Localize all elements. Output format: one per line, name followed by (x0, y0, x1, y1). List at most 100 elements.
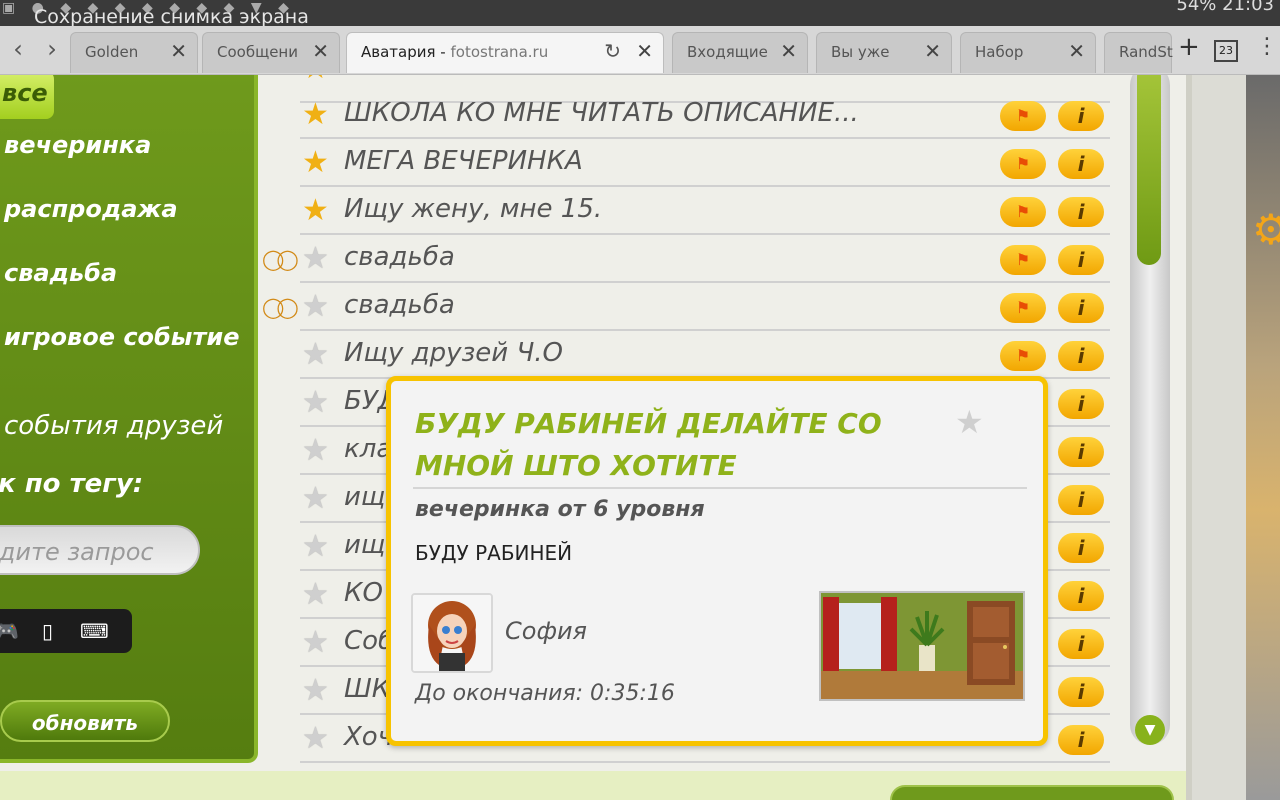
close-icon[interactable]: ✕ (924, 39, 941, 63)
star-icon[interactable]: ★ (302, 721, 329, 756)
star-icon[interactable]: ★ (302, 481, 329, 516)
info-icon[interactable]: i (1058, 677, 1104, 707)
info-icon[interactable]: i (1058, 197, 1104, 227)
event-title: ищ (344, 482, 386, 512)
info-icon[interactable]: i (1058, 341, 1104, 371)
category-sale[interactable]: распродажа (4, 195, 178, 223)
scrollbar-thumb[interactable] (1137, 75, 1161, 265)
category-all-button[interactable]: все (0, 75, 54, 119)
reload-icon[interactable]: ↻ (604, 39, 621, 63)
category-party[interactable]: вечеринка (4, 131, 151, 159)
tab-title-text: Аватария (361, 43, 436, 61)
tab-count[interactable]: 23 (1214, 40, 1238, 62)
wedding-rings-icon: ◯◯ (262, 295, 299, 319)
star-icon[interactable]: ★ (302, 193, 329, 228)
event-title: ШКОЛА КО МНЕ ЧИТАТЬ ОПИСАНИЕ... (344, 98, 859, 128)
star-icon[interactable]: ★ (302, 673, 329, 708)
tab-vy-uzhe[interactable]: Вы уже ✕ (816, 32, 952, 73)
flag-icon[interactable]: ⚑ (1000, 101, 1046, 131)
list-item[interactable]: ◯◯ ★ свадьба ⚑ i (262, 235, 1110, 283)
star-icon[interactable]: ★ (302, 289, 329, 324)
tab-golden[interactable]: Golden ✕ (70, 32, 198, 73)
event-detail-popup: БУДУ РАБИНЕЙ ДЕЛАЙТЕ СО МНОЙ ШТО ХОТИТЕ … (386, 376, 1048, 746)
keyboard-icon[interactable]: ⌨ (80, 619, 109, 643)
star-icon[interactable]: ★ (302, 529, 329, 564)
tab-nabor[interactable]: Набор ✕ (960, 32, 1096, 73)
tag-search-label: к по тегу: (0, 469, 144, 499)
friends-events-link[interactable]: события друзей (4, 411, 223, 441)
scroll-down-icon[interactable]: ▼ (1135, 715, 1165, 745)
list-item[interactable]: ★ ШКОЛА КО МНЕ ЧИТАТЬ ОПИСАНИЕ... ⚑ i (300, 91, 1110, 139)
info-icon[interactable]: i (1058, 581, 1104, 611)
close-icon[interactable]: ✕ (780, 39, 797, 63)
clock: 21:03 (1222, 0, 1274, 15)
info-icon[interactable]: i (1058, 725, 1104, 755)
list-item[interactable]: ◯◯ ★ свадьба ⚑ i (262, 283, 1110, 331)
close-icon[interactable]: ✕ (312, 39, 329, 63)
tab-randst[interactable]: RandSt (1104, 32, 1173, 73)
info-icon[interactable]: i (1058, 629, 1104, 659)
star-icon[interactable]: ★ (302, 241, 329, 276)
tag-search-input[interactable]: едите запрос (0, 525, 200, 575)
refresh-button[interactable]: обновить (0, 700, 170, 742)
new-tab-icon[interactable]: + (1178, 32, 1200, 62)
star-icon[interactable]: ★ (302, 577, 329, 612)
menu-icon[interactable]: ⋮ (1256, 34, 1278, 59)
host-name[interactable]: София (505, 617, 587, 645)
event-type: вечеринка от 6 уровня (415, 497, 705, 522)
forward-icon[interactable]: › (38, 34, 66, 64)
mouse-icon[interactable]: ▯ (42, 619, 53, 643)
popup-title: БУДУ РАБИНЕЙ ДЕЛАЙТЕ СО МНОЙ ШТО ХОТИТЕ (415, 407, 882, 482)
close-icon[interactable]: ✕ (636, 39, 653, 63)
event-title: КО (344, 578, 383, 608)
host-avatar[interactable] (411, 593, 493, 673)
category-panel: все вечеринка распродажа свадьба игровое… (0, 75, 258, 763)
flag-icon[interactable]: ⚑ (1000, 293, 1046, 323)
category-game-event[interactable]: игровое событие (4, 323, 240, 351)
info-icon[interactable]: i (1058, 293, 1104, 323)
category-wedding[interactable]: свадьба (4, 259, 117, 287)
list-item[interactable]: ★ Ищу жену, мне 15. ⚑ i (300, 187, 1110, 235)
info-icon[interactable]: i (1058, 149, 1104, 179)
list-item[interactable]: ★ Ищу друзей Ч.О ⚑ i (300, 331, 1110, 379)
flag-icon[interactable]: ⚑ (1000, 149, 1046, 179)
tab-avataria[interactable]: Аватария - fotostrana.ru ↻ ✕ (346, 32, 664, 73)
game-preview-strip (1246, 75, 1280, 800)
status-bar: ▣ ● ◆ ◆ ◆ ◆ ◆ ◆ ◆ ▼ ◆ Сохранение снимка … (0, 0, 1280, 26)
info-icon[interactable]: i (1058, 245, 1104, 275)
flag-icon[interactable]: ⚑ (1000, 197, 1046, 227)
tab-messages[interactable]: Сообщени ✕ (202, 32, 340, 73)
tab-title: Вы уже (831, 43, 890, 61)
close-icon[interactable]: ✕ (1068, 39, 1085, 63)
star-icon[interactable]: ★ (302, 433, 329, 468)
star-icon[interactable]: ★ (302, 385, 329, 420)
star-icon[interactable]: ★ (302, 145, 329, 180)
info-icon[interactable]: i (1058, 101, 1104, 131)
bottom-panel-button[interactable] (890, 785, 1174, 800)
room-preview-image[interactable] (819, 591, 1025, 701)
tab-inbox[interactable]: Входящие ✕ (672, 32, 808, 73)
favorite-star-icon[interactable]: ★ (955, 403, 984, 441)
gear-icon[interactable]: ⚙ (1252, 205, 1280, 254)
info-icon[interactable]: i (1058, 533, 1104, 563)
event-title: свадьба (344, 242, 455, 272)
back-icon[interactable]: ‹ (4, 34, 32, 64)
gamepad-icon[interactable]: 🎮 (0, 619, 19, 643)
flag-icon[interactable]: ⚑ (1000, 341, 1046, 371)
room-illustration (821, 593, 1023, 699)
countdown-timer: До окончания: 0:35:16 (415, 681, 675, 706)
wedding-rings-icon: ◯◯ (262, 247, 299, 271)
star-icon[interactable]: ★ (302, 625, 329, 660)
flag-icon[interactable]: ⚑ (1000, 245, 1046, 275)
category-all-label: все (2, 79, 48, 107)
info-icon[interactable]: i (1058, 485, 1104, 515)
star-icon[interactable]: ★ (302, 75, 329, 86)
star-icon[interactable]: ★ (302, 337, 329, 372)
close-icon[interactable]: ✕ (170, 39, 187, 63)
divider (413, 487, 1027, 489)
star-icon[interactable]: ★ (302, 97, 329, 132)
browser-tab-bar: ‹ › Golden ✕ Сообщени ✕ Аватария - fotos… (0, 26, 1280, 75)
info-icon[interactable]: i (1058, 437, 1104, 467)
info-icon[interactable]: i (1058, 389, 1104, 419)
list-item[interactable]: ★ МЕГА ВЕЧЕРИНКА ⚑ i (300, 139, 1110, 187)
